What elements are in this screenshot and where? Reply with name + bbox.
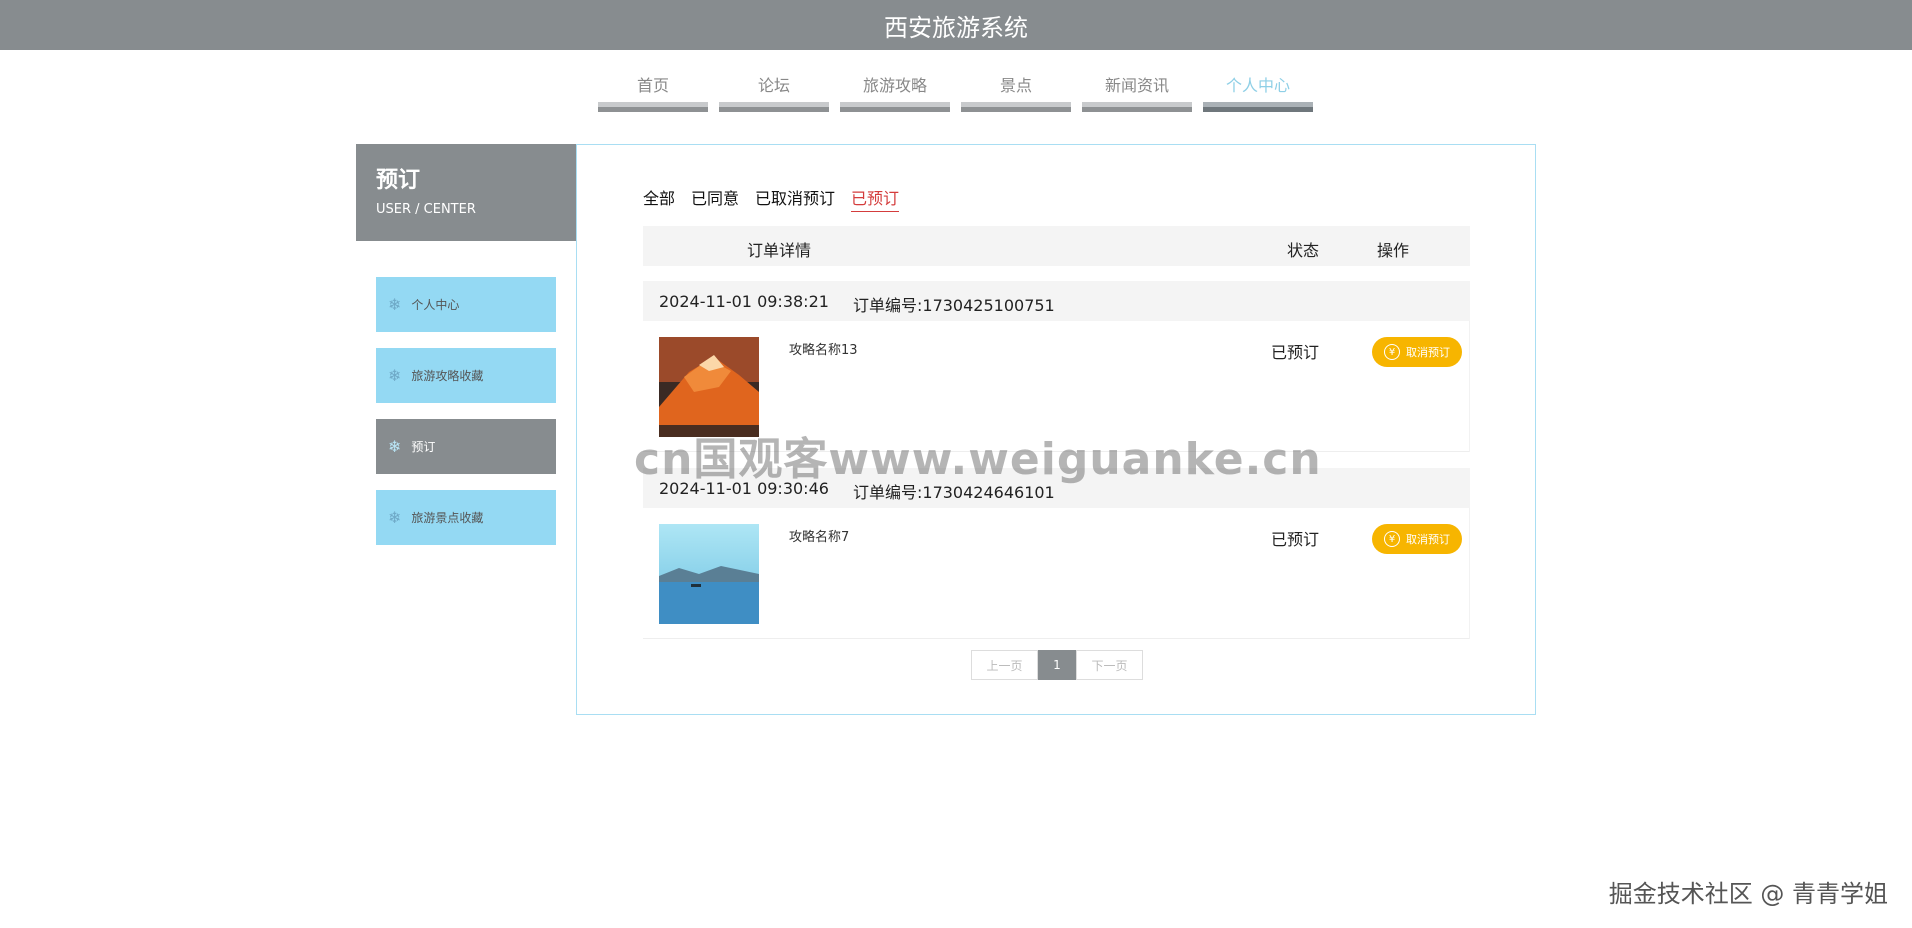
status-filters: 全部 已同意 已取消预订 已预订 [643, 185, 915, 212]
filter-cancelled[interactable]: 已取消预订 [755, 185, 835, 212]
nav-travel-guides[interactable]: 旅游攻略 [840, 68, 950, 114]
app-header: 西安旅游系统 [0, 0, 1912, 50]
nav-label: 旅游攻略 [862, 76, 927, 95]
snowflake-icon: ❄ [388, 366, 402, 385]
credit-watermark: 掘金技术社区 @ 青青学姐 [1608, 880, 1888, 908]
nav-forum[interactable]: 论坛 [719, 68, 829, 114]
sidebar-menu: ❄ 个人中心 ❄ 旅游攻略收藏 ❄ 预订 ❄ 旅游景点收藏 [376, 277, 556, 561]
watermark: cn国观客www.weiguanke.cn [634, 434, 1322, 485]
sidebar-item-label: 个人中心 [411, 298, 460, 312]
snowflake-icon: ❄ [388, 437, 402, 456]
order-status: 已预订 [1271, 343, 1320, 362]
next-page-button[interactable]: 下一页 [1076, 650, 1143, 680]
order-time: 2024-11-01 09:38:21 [659, 292, 829, 311]
order-thumbnail[interactable] [659, 337, 759, 437]
nav-user-center[interactable]: 个人中心 [1203, 68, 1313, 114]
nav-underline [598, 102, 708, 112]
nav-home[interactable]: 首页 [598, 68, 708, 114]
nav-label: 首页 [636, 76, 669, 95]
nav-underline [719, 102, 829, 112]
cancel-booking-label: 取消预订 [1406, 346, 1450, 359]
nav-label: 个人中心 [1225, 76, 1290, 95]
nav-underline [961, 102, 1071, 112]
sidebar-header: 预订 USER / CENTER [356, 144, 576, 241]
yen-icon: ¥ [1384, 344, 1400, 360]
order-status: 已预订 [1271, 530, 1320, 549]
sidebar-item-attraction-favorites[interactable]: ❄ 旅游景点收藏 [376, 490, 556, 545]
col-status: 状态 [1287, 241, 1320, 260]
nav-label: 论坛 [757, 76, 790, 95]
sidebar-title: 预订 [376, 168, 421, 193]
sidebar-item-label: 预订 [411, 440, 436, 454]
order-body: 攻略名称7 已预订 ¥ 取消预订 [643, 508, 1470, 639]
filter-booked[interactable]: 已预订 [851, 185, 900, 212]
app-title: 西安旅游系统 [884, 13, 1028, 42]
col-action: 操作 [1377, 241, 1410, 260]
nav-label: 景点 [999, 76, 1032, 95]
nav-underline [840, 102, 950, 112]
snowflake-icon: ❄ [388, 295, 402, 314]
order-header: 2024-11-01 09:38:21 订单编号:1730425100751 [643, 281, 1470, 321]
filter-approved[interactable]: 已同意 [691, 185, 739, 212]
cancel-booking-label: 取消预订 [1406, 533, 1450, 546]
pagination: 上一页 1 下一页 [971, 650, 1143, 680]
nav-underline [1082, 102, 1192, 112]
page-number-current[interactable]: 1 [1038, 650, 1076, 680]
sidebar-item-label: 旅游景点收藏 [411, 511, 484, 525]
sidebar-item-label: 旅游攻略收藏 [411, 369, 484, 383]
sidebar-item-booking[interactable]: ❄ 预订 [376, 419, 556, 474]
nav-news[interactable]: 新闻资讯 [1082, 68, 1192, 114]
nav-attractions[interactable]: 景点 [961, 68, 1071, 114]
cancel-booking-button[interactable]: ¥ 取消预订 [1372, 337, 1462, 367]
order-card: 2024-11-01 09:30:46 订单编号:1730424646101 攻… [643, 468, 1470, 639]
sidebar-subtitle: USER / CENTER [376, 202, 476, 217]
order-item-name[interactable]: 攻略名称13 [789, 339, 858, 358]
sidebar-item-guide-favorites[interactable]: ❄ 旅游攻略收藏 [376, 348, 556, 403]
cancel-booking-button[interactable]: ¥ 取消预订 [1372, 524, 1462, 554]
yen-icon: ¥ [1384, 531, 1400, 547]
order-item-name[interactable]: 攻略名称7 [789, 526, 849, 545]
nav-underline [1203, 102, 1313, 112]
order-thumbnail[interactable] [659, 524, 759, 624]
filter-all[interactable]: 全部 [643, 185, 675, 212]
prev-page-button[interactable]: 上一页 [971, 650, 1038, 680]
nav-label: 新闻资讯 [1104, 76, 1169, 95]
table-header: 订单详情 状态 操作 [643, 226, 1470, 266]
snowflake-icon: ❄ [388, 508, 402, 527]
sidebar-item-user-center[interactable]: ❄ 个人中心 [376, 277, 556, 332]
col-order-detail: 订单详情 [747, 241, 812, 260]
order-number: 订单编号:1730425100751 [853, 296, 1055, 315]
main-nav: 首页 论坛 旅游攻略 景点 新闻资讯 个人中心 [598, 68, 1324, 114]
